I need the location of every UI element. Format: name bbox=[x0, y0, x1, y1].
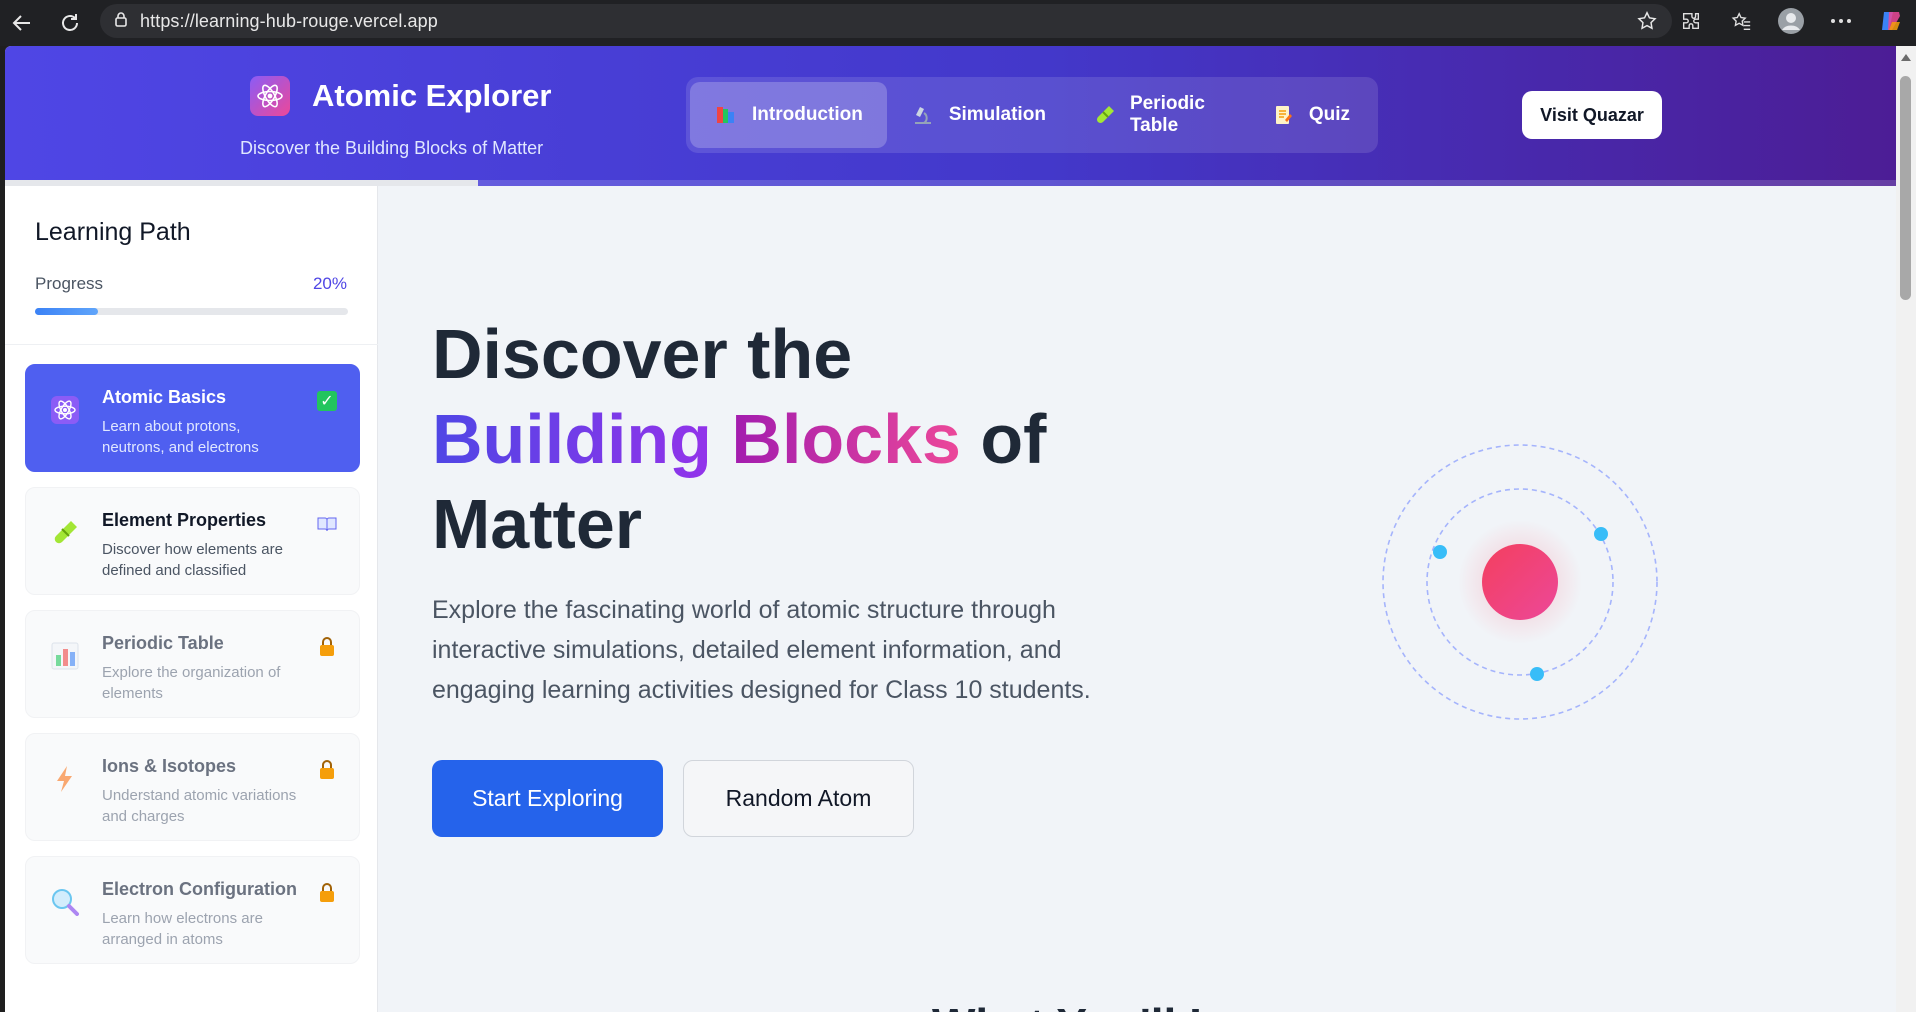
lesson-periodic-table[interactable]: Periodic Table Explore the organization … bbox=[25, 610, 360, 718]
visit-quazar-button[interactable]: Visit Quazar bbox=[1522, 91, 1662, 139]
lesson-title: Element Properties bbox=[102, 510, 267, 530]
hero-title-of: of bbox=[980, 400, 1047, 478]
start-exploring-button[interactable]: Start Exploring bbox=[432, 760, 663, 837]
app-header: Atomic Explorer Discover the Building Bl… bbox=[5, 46, 1896, 186]
hero-title-blocks: Blocks bbox=[731, 400, 961, 478]
lesson-title: Atomic Basics bbox=[102, 387, 227, 407]
books-icon bbox=[714, 103, 738, 127]
tab-quiz[interactable]: Quiz bbox=[1247, 82, 1374, 148]
hero-title-line3: Matter bbox=[432, 485, 643, 563]
browser-toolbar: https://learning-hub-rouge.vercel.app bbox=[0, 0, 1916, 46]
main-nav-tabs: Introduction Simulation Periodic Table Q… bbox=[686, 77, 1378, 153]
more-options-icon[interactable] bbox=[1816, 0, 1866, 42]
lesson-atomic-basics[interactable]: Atomic Basics Learn about protons, neutr… bbox=[25, 364, 360, 472]
sidebar-title: Learning Path bbox=[35, 218, 191, 246]
progress-label: Progress bbox=[35, 274, 104, 293]
favorite-star-icon[interactable] bbox=[1636, 10, 1658, 37]
progress-fill bbox=[35, 308, 98, 315]
tab-simulation[interactable]: Simulation bbox=[887, 82, 1070, 148]
copilot-icon[interactable] bbox=[1866, 0, 1916, 42]
atom-icon bbox=[48, 393, 82, 427]
main-content: Discover the Building Blocks of Matter E… bbox=[379, 186, 1896, 1012]
learning-path-sidebar: Learning Path Progress 20% Atomic Basics… bbox=[5, 186, 378, 1012]
test-tube-icon bbox=[48, 516, 82, 550]
microscope-icon bbox=[911, 103, 935, 127]
scroll-up-arrow-icon[interactable] bbox=[1901, 54, 1911, 61]
next-section-heading: What You'll Learn bbox=[932, 998, 1314, 1012]
tab-periodic-table-label: Periodic Table bbox=[1129, 93, 1205, 136]
lesson-title: Periodic Table bbox=[102, 633, 224, 653]
progress-track bbox=[35, 308, 348, 315]
page-scrollbar[interactable] bbox=[1896, 46, 1916, 1012]
lesson-description: Explore the organization of elements bbox=[102, 664, 281, 702]
tab-introduction[interactable]: Introduction bbox=[690, 82, 887, 148]
brand[interactable]: Atomic Explorer bbox=[250, 76, 551, 116]
lightning-icon bbox=[48, 762, 82, 796]
address-bar[interactable]: https://learning-hub-rouge.vercel.app bbox=[100, 4, 1672, 38]
sidebar-divider bbox=[5, 344, 378, 345]
bar-chart-icon bbox=[48, 639, 82, 673]
app-tagline: Discover the Building Blocks of Matter bbox=[240, 138, 544, 158]
reload-icon[interactable] bbox=[50, 3, 90, 43]
lesson-description: Learn how electrons are arranged in atom… bbox=[102, 910, 263, 948]
progress-value: 20% bbox=[312, 274, 347, 293]
favorites-icon[interactable] bbox=[1716, 0, 1766, 42]
hero-title-building: Building bbox=[432, 400, 712, 478]
tab-introduction-label: Introduction bbox=[752, 104, 863, 125]
lesson-description: Understand atomic variations and charges bbox=[102, 787, 297, 825]
lesson-title: Ions & Isotopes bbox=[102, 756, 237, 776]
scrollbar-thumb[interactable] bbox=[1900, 76, 1911, 300]
back-icon[interactable] bbox=[2, 3, 42, 43]
lesson-description: Discover how elements are defined and cl… bbox=[102, 541, 283, 579]
lesson-description: Learn about protons, neutrons, and elect… bbox=[102, 418, 259, 456]
extensions-icon[interactable] bbox=[1666, 0, 1716, 42]
lock-icon bbox=[317, 637, 337, 657]
lock-icon bbox=[317, 760, 337, 780]
app-title: Atomic Explorer bbox=[312, 78, 552, 113]
open-book-icon bbox=[317, 514, 337, 534]
random-atom-button[interactable]: Random Atom bbox=[683, 760, 914, 837]
magnifier-icon bbox=[48, 885, 82, 919]
test-tube-icon bbox=[1094, 103, 1116, 127]
hero-title-line1: Discover the bbox=[432, 315, 853, 393]
tab-quiz-label: Quiz bbox=[1308, 104, 1350, 125]
profile-avatar-icon[interactable] bbox=[1766, 0, 1816, 42]
nucleus bbox=[1482, 544, 1558, 620]
atom-logo-icon bbox=[250, 76, 290, 116]
hero-description: Explore the fascinating world of atomic … bbox=[432, 596, 1091, 704]
electron bbox=[1530, 667, 1544, 681]
lesson-list: Atomic Basics Learn about protons, neutr… bbox=[25, 364, 360, 979]
completed-check-icon: ✓ bbox=[317, 391, 337, 411]
lesson-ions-isotopes[interactable]: Ions & Isotopes Understand atomic variat… bbox=[25, 733, 360, 841]
tab-periodic-table[interactable]: Periodic Table bbox=[1070, 82, 1247, 148]
lesson-element-properties[interactable]: Element Properties Discover how elements… bbox=[25, 487, 360, 595]
tab-simulation-label: Simulation bbox=[948, 104, 1046, 125]
atom-illustration bbox=[1382, 444, 1658, 720]
lesson-title: Electron Configuration bbox=[102, 879, 297, 899]
lesson-electron-configuration[interactable]: Electron Configuration Learn how electro… bbox=[25, 856, 360, 964]
electron bbox=[1594, 527, 1608, 541]
lock-icon bbox=[317, 883, 337, 903]
memo-icon bbox=[1271, 103, 1295, 127]
hero-title: Discover the Building Blocks of Matter bbox=[432, 312, 1192, 567]
url-text[interactable]: https://learning-hub-rouge.vercel.app bbox=[140, 11, 438, 32]
site-info-icon[interactable] bbox=[114, 11, 128, 32]
electron bbox=[1433, 545, 1447, 559]
web-page: Atomic Explorer Discover the Building Bl… bbox=[5, 46, 1896, 1012]
